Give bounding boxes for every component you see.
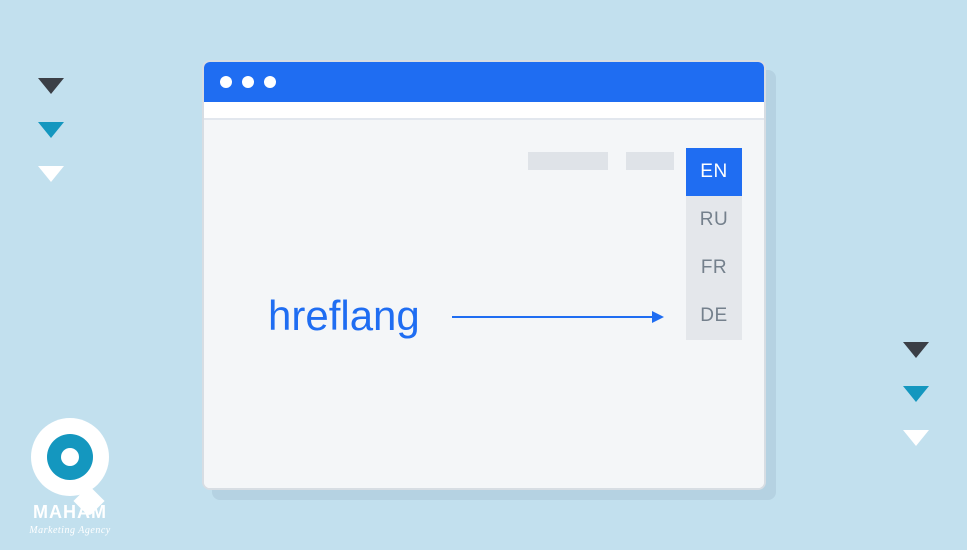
- nav-placeholder: [528, 152, 608, 170]
- language-option-de[interactable]: DE: [686, 292, 742, 340]
- triangle-down-icon: [903, 386, 929, 402]
- triangle-down-icon: [38, 166, 64, 182]
- brand-logo: MAHAM Marketing Agency: [0, 380, 140, 550]
- browser-titlebar: [204, 62, 764, 102]
- triangle-down-icon: [38, 78, 64, 94]
- browser-window: EN RU FR DE hreflang: [202, 60, 766, 490]
- triangle-down-icon: [38, 122, 64, 138]
- nav-placeholder: [626, 152, 674, 170]
- arrow-right-icon: [452, 316, 662, 318]
- triangle-down-icon: [903, 430, 929, 446]
- hreflang-label: hreflang: [268, 292, 420, 340]
- window-control-icon: [220, 76, 232, 88]
- decor-triangles-left: [38, 78, 64, 182]
- logo-mark-icon: [31, 418, 109, 496]
- window-control-icon: [242, 76, 254, 88]
- language-option-en[interactable]: EN: [686, 148, 742, 196]
- language-option-fr[interactable]: FR: [686, 244, 742, 292]
- language-selector[interactable]: EN RU FR DE: [686, 148, 742, 340]
- language-option-ru[interactable]: RU: [686, 196, 742, 244]
- browser-viewport: EN RU FR DE hreflang: [204, 120, 764, 488]
- browser-toolbar: [204, 102, 764, 120]
- logo-subtitle: Marketing Agency: [29, 525, 110, 536]
- nav-placeholder-group: [528, 152, 674, 170]
- decor-triangles-right: [903, 342, 929, 446]
- triangle-down-icon: [903, 342, 929, 358]
- window-control-icon: [264, 76, 276, 88]
